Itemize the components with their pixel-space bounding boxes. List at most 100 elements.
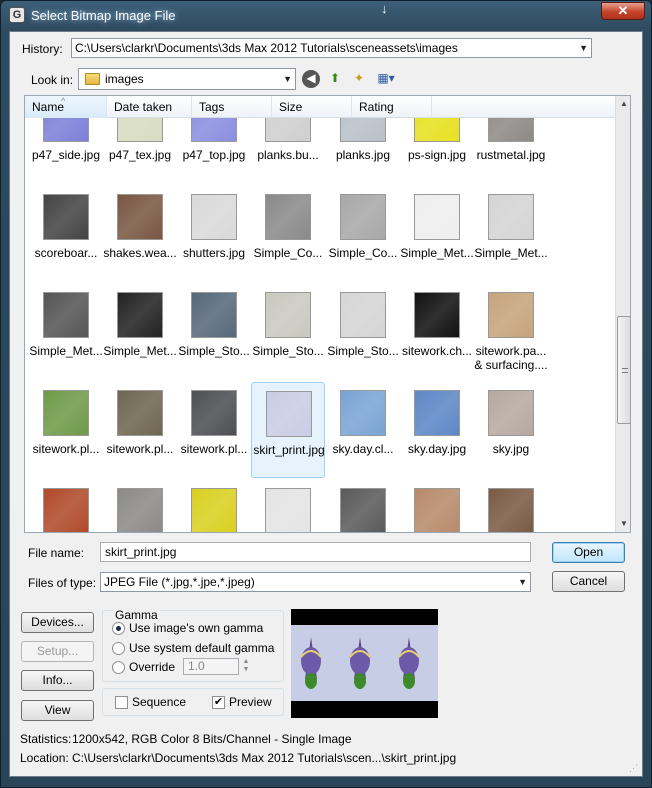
gamma-system-label[interactable]: Use system default gamma <box>129 641 274 655</box>
file-thumbnail-item[interactable]: Simple_Sto... <box>177 284 251 380</box>
file-name-text: Simple_Sto... <box>327 344 399 358</box>
file-list-view[interactable]: ^ Name Date taken Tags Size Rating p47_si… <box>24 95 631 533</box>
file-thumbnail-image <box>191 390 237 436</box>
file-thumbnail-item[interactable]: Simple_Met... <box>400 186 474 282</box>
files-of-type-dropdown[interactable]: JPEG File (*.jpg,*.jpe,*.jpeg) ▼ <box>100 572 531 592</box>
file-thumbnail-item[interactable]: Simple_Sto... <box>326 284 400 380</box>
gamma-override-value[interactable]: 1.0 <box>183 658 239 675</box>
gamma-override-radio[interactable] <box>112 661 125 674</box>
open-button[interactable]: Open <box>552 542 625 563</box>
file-name-text: p47_tex.jpg <box>108 148 172 162</box>
back-icon[interactable]: ◀ <box>302 70 320 88</box>
scrollbar-thumb[interactable] <box>617 316 630 424</box>
file-thumbnail-item[interactable]: scoreboar... <box>29 186 103 282</box>
file-thumbnail-item[interactable]: sitework.pl... <box>29 382 103 478</box>
file-thumbnail-item[interactable] <box>251 480 325 532</box>
file-thumbnail-item[interactable]: sky.day.jpg <box>400 382 474 478</box>
file-thumbnail-image <box>43 292 89 338</box>
scroll-up-arrow-icon[interactable]: ▲ <box>616 96 630 112</box>
file-thumbnail-item[interactable] <box>177 480 251 532</box>
gamma-group-title: Gamma <box>113 608 160 622</box>
column-rating[interactable]: Rating <box>352 96 432 118</box>
file-thumbnail-image <box>265 292 311 338</box>
image-preview <box>291 609 438 718</box>
file-thumbnail-image <box>117 118 163 142</box>
resize-grip-icon[interactable]: ⋰ <box>629 763 639 773</box>
file-thumbnail-image <box>340 194 386 240</box>
new-folder-icon[interactable]: ✦ <box>350 70 368 88</box>
file-thumbnail-item[interactable]: p47_top.jpg <box>177 118 251 184</box>
file-thumbnail-item[interactable] <box>103 480 177 532</box>
file-name-text: planks.jpg <box>335 148 391 162</box>
gamma-override-label[interactable]: Override <box>129 660 175 674</box>
file-thumbnail-item[interactable]: planks.jpg <box>326 118 400 184</box>
file-name-text: Simple_Sto... <box>178 344 250 358</box>
view-menu-icon[interactable]: ▦▾ <box>374 70 398 88</box>
column-size[interactable]: Size <box>272 96 352 118</box>
file-thumbnail-item[interactable]: Simple_Sto... <box>251 284 325 380</box>
file-thumbnail-image <box>43 488 89 532</box>
file-thumbnail-item[interactable]: ps-sign.jpg <box>400 118 474 184</box>
file-thumbnail-image <box>414 390 460 436</box>
file-thumbnail-item[interactable]: sky.day.cl... <box>326 382 400 478</box>
column-date-taken[interactable]: Date taken <box>107 96 192 118</box>
file-thumbnail-item[interactable]: Simple_Met... <box>103 284 177 380</box>
file-thumbnail-image <box>488 292 534 338</box>
file-thumbnail-image <box>43 118 89 142</box>
spinner-arrows-icon[interactable]: ▲ ▼ <box>241 658 251 675</box>
file-name-input[interactable]: skirt_print.jpg <box>100 542 531 562</box>
file-thumbnail-item[interactable]: Simple_Met... <box>474 186 548 282</box>
file-thumbnail-item[interactable]: p47_side.jpg <box>29 118 103 184</box>
file-thumbnail-item[interactable] <box>474 480 548 532</box>
info-button[interactable]: Info... <box>21 670 94 691</box>
gamma-system-radio[interactable] <box>112 642 125 655</box>
scroll-down-arrow-icon[interactable]: ▼ <box>616 516 630 532</box>
vertical-scrollbar[interactable]: ▲ ▼ <box>615 96 630 532</box>
file-name-text: sky.day.cl... <box>332 442 394 456</box>
preview-checkbox[interactable]: ✔ <box>212 696 225 709</box>
file-thumbnail-item[interactable]: sky.jpg <box>474 382 548 478</box>
file-thumbnail-item[interactable]: p47_tex.jpg <box>103 118 177 184</box>
file-name-text: sitework.pa... & surfacing.... <box>474 344 548 372</box>
file-thumbnail-item[interactable]: rustmetal.jpg <box>474 118 548 184</box>
file-thumbnail-item[interactable]: Simple_Co... <box>326 186 400 282</box>
view-button[interactable]: View <box>21 700 94 721</box>
file-name-text: sitework.pl... <box>32 442 100 456</box>
up-folder-icon[interactable]: ⬆ <box>326 70 344 88</box>
close-button[interactable]: ✕ <box>601 2 645 20</box>
file-thumbnail-item[interactable]: sitework.pl... <box>177 382 251 478</box>
file-thumbnail-item[interactable]: sitework.pa... & surfacing.... <box>474 284 548 380</box>
file-thumbnail-item[interactable] <box>29 480 103 532</box>
folder-icon <box>85 73 100 85</box>
file-thumbnail-item[interactable]: sitework.pl... <box>103 382 177 478</box>
look-in-dropdown[interactable]: images ▼ <box>78 68 296 90</box>
sequence-label[interactable]: Sequence <box>132 695 186 709</box>
options-group: Sequence ✔ Preview <box>102 688 284 716</box>
setup-button[interactable]: Setup... <box>21 641 94 662</box>
column-name[interactable]: ^ Name <box>25 96 107 118</box>
file-thumbnail-item[interactable]: Simple_Co... <box>251 186 325 282</box>
gamma-own-label[interactable]: Use image's own gamma <box>129 621 263 635</box>
gamma-own-radio[interactable] <box>112 622 125 635</box>
chevron-down-icon: ▼ <box>518 577 527 587</box>
title-bar[interactable]: G Select Bitmap Image File ↓ ✕ <box>1 1 651 29</box>
file-thumbnail-item[interactable] <box>400 480 474 532</box>
file-thumbnail-item[interactable]: sitework.ch... <box>400 284 474 380</box>
preview-label[interactable]: Preview <box>229 695 272 709</box>
file-thumbnail-item[interactable]: planks.bu... <box>251 118 325 184</box>
file-thumbnail-image <box>414 488 460 532</box>
file-thumbnail-item[interactable]: shakes.wea... <box>103 186 177 282</box>
location-label: Location: <box>20 751 69 765</box>
column-header-row: ^ Name Date taken Tags Size Rating <box>25 96 615 118</box>
file-thumbnail-image <box>191 488 237 532</box>
column-tags[interactable]: Tags <box>192 96 272 118</box>
file-name-text: sitework.pl... <box>180 442 248 456</box>
devices-button[interactable]: Devices... <box>21 612 94 633</box>
file-thumbnail-item[interactable]: skirt_print.jpg <box>251 382 325 478</box>
cancel-button[interactable]: Cancel <box>552 571 625 592</box>
history-dropdown[interactable]: C:\Users\clarkr\Documents\3ds Max 2012 T… <box>71 38 592 58</box>
file-thumbnail-item[interactable] <box>326 480 400 532</box>
file-thumbnail-item[interactable]: shutters.jpg <box>177 186 251 282</box>
sequence-checkbox[interactable] <box>115 696 128 709</box>
file-thumbnail-item[interactable]: Simple_Met... <box>29 284 103 380</box>
